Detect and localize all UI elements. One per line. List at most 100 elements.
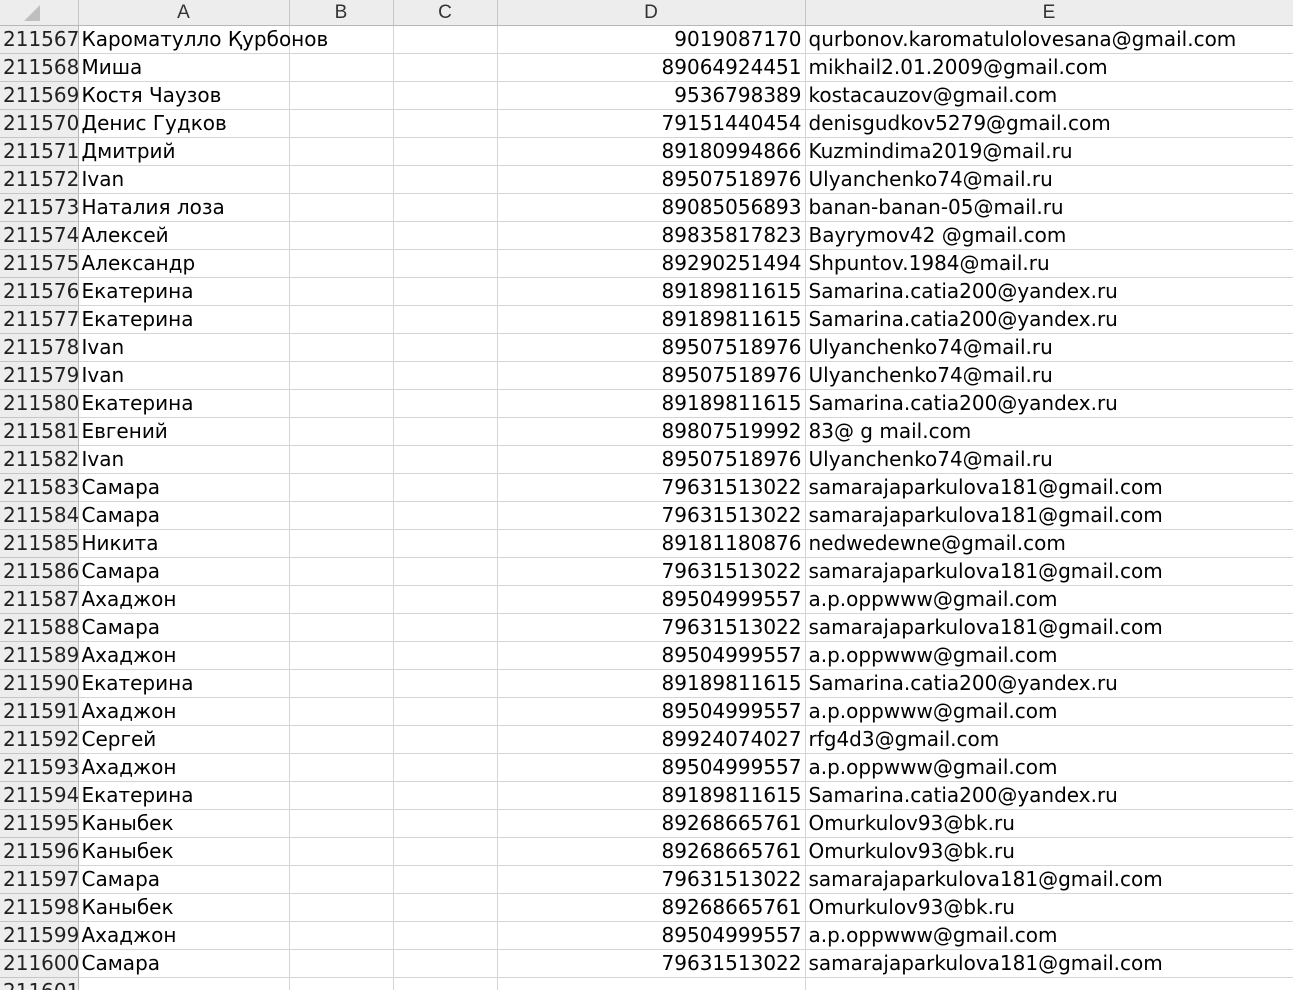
row-header[interactable]: 211568: [0, 53, 79, 82]
row-header[interactable]: 211588: [0, 613, 79, 642]
cell-b[interactable]: [289, 977, 394, 990]
cell-phone[interactable]: 89189811615: [497, 305, 806, 334]
cell-phone[interactable]: 89180994866: [497, 137, 806, 166]
cell-name[interactable]: Ivan: [78, 445, 290, 474]
cell-name[interactable]: Самара: [78, 501, 290, 530]
cell-email[interactable]: Shpuntov.1984@mail.ru: [805, 249, 1293, 278]
row-header[interactable]: 211577: [0, 305, 79, 334]
cell-phone[interactable]: 89507518976: [497, 165, 806, 194]
cell-b[interactable]: [289, 277, 394, 306]
cell-phone[interactable]: 79151440454: [497, 109, 806, 138]
cell-phone[interactable]: 89064924451: [497, 53, 806, 82]
cell-b[interactable]: [289, 697, 394, 726]
cell-phone[interactable]: 89085056893: [497, 193, 806, 222]
cell-name[interactable]: [78, 977, 290, 990]
cell-b[interactable]: [289, 109, 394, 138]
cell-name[interactable]: Ахаджон: [78, 921, 290, 950]
cell-email[interactable]: samarajaparkulova181@gmail.com: [805, 501, 1293, 530]
cell-c[interactable]: [393, 221, 498, 250]
cell-email[interactable]: Ulyanchenko74@mail.ru: [805, 165, 1293, 194]
cell-b[interactable]: [289, 249, 394, 278]
cell-b[interactable]: [289, 361, 394, 390]
cell-phone[interactable]: 89504999557: [497, 697, 806, 726]
cell-c[interactable]: [393, 893, 498, 922]
cell-name[interactable]: Екатерина: [78, 781, 290, 810]
cell-name[interactable]: Екатерина: [78, 669, 290, 698]
cell-email[interactable]: kostacauzov@gmail.com: [805, 81, 1293, 110]
cell-email[interactable]: a.p.oppwww@gmail.com: [805, 921, 1293, 950]
cell-b[interactable]: [289, 333, 394, 362]
cell-name[interactable]: Самара: [78, 949, 290, 978]
row-header[interactable]: 211586: [0, 557, 79, 586]
cell-c[interactable]: [393, 53, 498, 82]
cell-name[interactable]: Миша: [78, 53, 290, 82]
cell-name[interactable]: Екатерина: [78, 389, 290, 418]
cell-name[interactable]: Ахаджон: [78, 697, 290, 726]
cell-b[interactable]: [289, 53, 394, 82]
row-header[interactable]: 211569: [0, 81, 79, 110]
select-all-triangle-icon[interactable]: [23, 5, 40, 21]
cell-b[interactable]: [289, 809, 394, 838]
cell-phone[interactable]: 89189811615: [497, 669, 806, 698]
cell-b[interactable]: [289, 417, 394, 446]
cell-c[interactable]: [393, 361, 498, 390]
cell-b[interactable]: [289, 725, 394, 754]
column-header-b[interactable]: B: [289, 0, 394, 26]
cell-name[interactable]: Самара: [78, 557, 290, 586]
row-header[interactable]: 211600: [0, 949, 79, 978]
cell-email[interactable]: Omurkulov93@bk.ru: [805, 809, 1293, 838]
cell-email[interactable]: Ulyanchenko74@mail.ru: [805, 333, 1293, 362]
cell-c[interactable]: [393, 977, 498, 990]
row-header[interactable]: 211583: [0, 473, 79, 502]
cell-phone[interactable]: 89504999557: [497, 641, 806, 670]
cell-name[interactable]: Сергей: [78, 725, 290, 754]
cell-c[interactable]: [393, 837, 498, 866]
cell-phone[interactable]: 89507518976: [497, 361, 806, 390]
cell-phone[interactable]: 89290251494: [497, 249, 806, 278]
cell-c[interactable]: [393, 669, 498, 698]
row-header[interactable]: 211580: [0, 389, 79, 418]
cell-phone[interactable]: 89507518976: [497, 333, 806, 362]
cell-phone[interactable]: 89189811615: [497, 781, 806, 810]
cell-phone[interactable]: 79631513022: [497, 557, 806, 586]
row-header[interactable]: 211597: [0, 865, 79, 894]
cell-email[interactable]: a.p.oppwww@gmail.com: [805, 697, 1293, 726]
cell-b[interactable]: [289, 473, 394, 502]
cell-email[interactable]: 83@ g mail.com: [805, 417, 1293, 446]
cell-email[interactable]: Ulyanchenko74@mail.ru: [805, 445, 1293, 474]
cell-c[interactable]: [393, 81, 498, 110]
row-header[interactable]: 211592: [0, 725, 79, 754]
row-header[interactable]: 211575: [0, 249, 79, 278]
cell-name[interactable]: Костя Чаузов: [78, 81, 290, 110]
cell-b[interactable]: [289, 669, 394, 698]
row-header[interactable]: 211601: [0, 977, 79, 990]
cell-email[interactable]: Omurkulov93@bk.ru: [805, 893, 1293, 922]
cell-c[interactable]: [393, 557, 498, 586]
cell-email[interactable]: banan-banan-05@mail.ru: [805, 193, 1293, 222]
row-header[interactable]: 211584: [0, 501, 79, 530]
cell-email[interactable]: denisgudkov5279@gmail.com: [805, 109, 1293, 138]
cell-email[interactable]: a.p.oppwww@gmail.com: [805, 753, 1293, 782]
cell-b[interactable]: [289, 137, 394, 166]
cell-c[interactable]: [393, 165, 498, 194]
cell-email[interactable]: mikhail2.01.2009@gmail.com: [805, 53, 1293, 82]
row-header[interactable]: 211582: [0, 445, 79, 474]
cell-phone[interactable]: 89924074027: [497, 725, 806, 754]
row-header[interactable]: 211595: [0, 809, 79, 838]
row-header[interactable]: 211579: [0, 361, 79, 390]
cell-email[interactable]: Samarina.catia200@yandex.ru: [805, 277, 1293, 306]
cell-c[interactable]: [393, 473, 498, 502]
cell-phone[interactable]: 89268665761: [497, 837, 806, 866]
cell-email[interactable]: Samarina.catia200@yandex.ru: [805, 305, 1293, 334]
cell-name[interactable]: Денис Гудков: [78, 109, 290, 138]
cell-c[interactable]: [393, 529, 498, 558]
cell-c[interactable]: [393, 137, 498, 166]
cell-c[interactable]: [393, 613, 498, 642]
cell-c[interactable]: [393, 305, 498, 334]
row-header[interactable]: 211587: [0, 585, 79, 614]
row-header[interactable]: 211593: [0, 753, 79, 782]
cell-b[interactable]: [289, 837, 394, 866]
row-header[interactable]: 211572: [0, 165, 79, 194]
cell-email[interactable]: a.p.oppwww@gmail.com: [805, 641, 1293, 670]
cell-c[interactable]: [393, 697, 498, 726]
